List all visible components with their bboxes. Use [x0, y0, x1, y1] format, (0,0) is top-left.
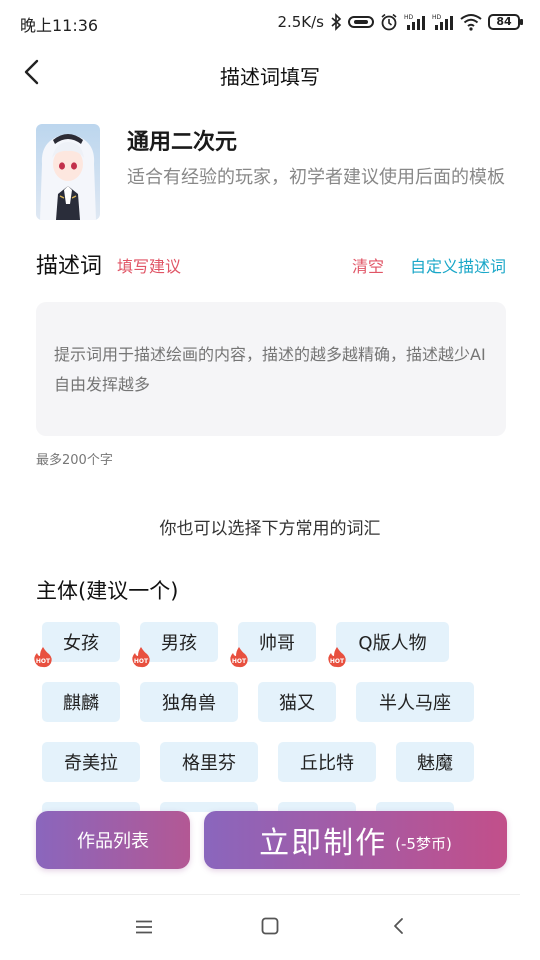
svg-text:HOT: HOT — [134, 658, 149, 665]
template-description: 适合有经验的玩家，初学者建议使用后面的模板 — [127, 167, 505, 188]
hd-signal-icon: HD — [432, 13, 454, 31]
chip-chibi-character[interactable]: Q版人物 HOT — [328, 622, 449, 668]
works-list-button[interactable]: 作品列表 — [36, 811, 190, 869]
alarm-icon — [380, 13, 398, 31]
back-triangle-icon — [392, 917, 404, 939]
works-list-label: 作品列表 — [77, 831, 149, 852]
bluetooth-icon — [330, 13, 342, 31]
status-bar: 晚上11:36 2.5K/s HD HD 84 — [0, 0, 540, 46]
chip-label: 男孩 — [161, 633, 197, 654]
header: 描述词填写 — [0, 48, 540, 100]
prompt-label: 描述词 — [36, 254, 103, 279]
chip-label: 奇美拉 — [64, 753, 118, 774]
system-back-button[interactable] — [380, 910, 416, 946]
chip-boy[interactable]: 男孩 HOT — [132, 622, 218, 668]
menu-button[interactable] — [126, 910, 162, 946]
character-limit-note: 最多200个字 — [36, 453, 113, 468]
chip-label: 猫又 — [279, 693, 315, 714]
svg-text:HD: HD — [432, 14, 442, 21]
status-time: 晚上11:36 — [20, 16, 99, 35]
chip-label: 魅魔 — [417, 753, 453, 774]
writing-tips-link[interactable]: 填写建议 — [117, 253, 181, 277]
hd-signal-icon: HD — [404, 13, 426, 31]
chip-centaur[interactable]: 半人马座 — [356, 682, 474, 722]
chip-girl[interactable]: 女孩 HOT — [34, 622, 120, 668]
prompt-input[interactable] — [36, 302, 506, 436]
template-name: 通用二次元 — [127, 130, 238, 155]
hot-badge-icon: HOT — [228, 646, 250, 668]
link-icon — [348, 14, 374, 30]
chip-griffin[interactable]: 格里芬 — [160, 742, 258, 782]
menu-icon — [135, 919, 153, 938]
battery-icon: 84 — [488, 14, 523, 30]
common-words-hint: 你也可以选择下方常用的词汇 — [159, 519, 381, 539]
home-square-icon — [261, 917, 279, 939]
chip-nekomata[interactable]: 猫又 — [258, 682, 336, 722]
create-cost-label: (-5梦币) — [395, 834, 452, 853]
subject-chip-grid: 女孩 HOT 男孩 HOT 帅哥 HOT Q版人物 HOT 麒麟 独角兽 猫又 … — [0, 622, 540, 812]
chip-label: Q版人物 — [358, 633, 427, 654]
template-card: 通用二次元 适合有经验的玩家，初学者建议使用后面的模板 — [36, 122, 506, 232]
create-now-label: 立即制作 — [259, 826, 388, 861]
custom-prompt-button[interactable]: 自定义描述词 — [410, 253, 506, 277]
chip-succubus[interactable]: 魅魔 — [396, 742, 474, 782]
svg-text:HD: HD — [404, 14, 414, 21]
subject-section-title: 主体(建议一个) — [36, 579, 179, 603]
clear-button[interactable]: 清空 — [352, 253, 384, 277]
chip-cupid[interactable]: 丘比特 — [278, 742, 376, 782]
chip-label: 独角兽 — [162, 693, 216, 714]
chip-label: 麒麟 — [63, 693, 99, 714]
svg-text:HOT: HOT — [36, 658, 51, 665]
create-now-button[interactable]: 立即制作 (-5梦币) — [204, 811, 507, 869]
home-button[interactable] — [252, 910, 288, 946]
svg-text:HOT: HOT — [330, 658, 345, 665]
chip-label: 丘比特 — [300, 753, 354, 774]
hot-badge-icon: HOT — [130, 646, 152, 668]
chip-label: 半人马座 — [379, 693, 451, 714]
network-speed: 2.5K/s — [277, 13, 324, 31]
system-nav-bar — [0, 896, 540, 960]
prompt-header: 描述词 填写建议 清空 自定义描述词 — [36, 246, 506, 280]
chip-qilin[interactable]: 麒麟 — [42, 682, 120, 722]
chip-unicorn[interactable]: 独角兽 — [140, 682, 238, 722]
page-title: 描述词填写 — [220, 65, 320, 89]
wifi-icon — [460, 13, 482, 31]
svg-text:HOT: HOT — [232, 658, 247, 665]
chip-label: 女孩 — [63, 633, 99, 654]
chip-label: 格里芬 — [182, 753, 236, 774]
template-thumbnail — [36, 124, 100, 220]
bottom-action-bar: 作品列表 立即制作 (-5梦币) — [0, 810, 540, 872]
hot-badge-icon: HOT — [326, 646, 348, 668]
hot-badge-icon: HOT — [32, 646, 54, 668]
chip-handsome-guy[interactable]: 帅哥 HOT — [230, 622, 316, 668]
chip-chimera[interactable]: 奇美拉 — [42, 742, 140, 782]
status-icons: 2.5K/s HD HD 84 — [277, 10, 523, 34]
divider — [20, 894, 520, 895]
chip-label: 帅哥 — [259, 633, 295, 654]
